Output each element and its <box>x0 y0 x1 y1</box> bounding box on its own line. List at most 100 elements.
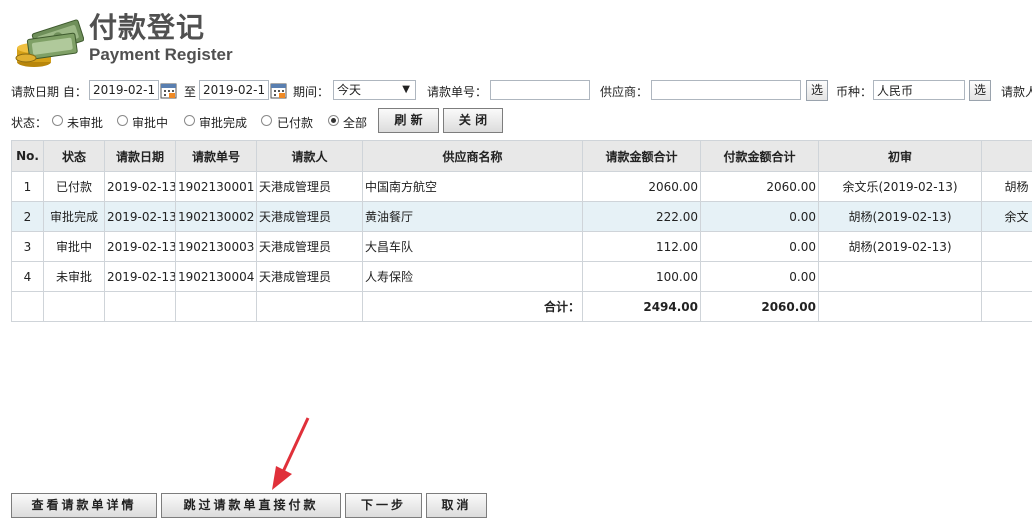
period-label: 期间： <box>293 85 330 99</box>
cell-supplier: 人寿保险 <box>362 261 583 292</box>
date-to-input[interactable] <box>199 80 269 100</box>
column-header[interactable]: 请款日期 <box>104 140 176 172</box>
table-row[interactable]: 2 审批完成 2019-02-13 1902130002 天港成管理员 黄油餐厅… <box>11 201 1032 232</box>
cell-status: 未审批 <box>43 261 105 292</box>
cell-date: 2019-02-13 <box>104 231 176 262</box>
column-header[interactable]: No. <box>11 140 44 172</box>
cell-date: 2019-02-13 <box>104 201 176 232</box>
currency-input[interactable] <box>873 80 965 100</box>
status-option-label: 已付款 <box>277 116 314 130</box>
refresh-button[interactable]: 刷 新 <box>378 108 439 133</box>
skip-request-direct-pay-button[interactable]: 跳过请款单直接付款 <box>161 493 341 518</box>
cell-paid-amount: 0.00 <box>700 201 819 232</box>
table-row[interactable]: 4 未审批 2019-02-13 1902130004 天港成管理员 人寿保险 … <box>11 261 1032 292</box>
cell-request-amount: 100.00 <box>582 261 701 292</box>
table-row[interactable]: 3 审批中 2019-02-13 1902130003 天港成管理员 大昌车队 … <box>11 231 1032 262</box>
cell-request-no: 1902130003 <box>175 231 257 262</box>
cell-request-no: 1902130001 <box>175 171 257 202</box>
cell-paid-amount: 2060.00 <box>700 171 819 202</box>
cell-no: 3 <box>11 231 44 262</box>
cancel-button[interactable]: 取消 <box>426 493 487 518</box>
cell-date: 2019-02-13 <box>104 261 176 292</box>
cell-no: 2 <box>11 201 44 232</box>
page-subtitle: Payment Register <box>89 45 233 64</box>
status-option-label: 未审批 <box>67 116 104 130</box>
supplier-select-button[interactable]: 选 <box>806 80 828 101</box>
column-header[interactable]: 请款单号 <box>175 140 257 172</box>
cell-no: 4 <box>11 261 44 292</box>
cell-date: 2019-02-13 <box>104 171 176 202</box>
requester-label: 请款人 <box>1001 85 1032 99</box>
request-no-input[interactable] <box>490 80 590 100</box>
dropdown-arrow-icon: ▼ <box>402 84 410 95</box>
cell-second-review <box>981 231 1032 262</box>
total-request-amount: 2494.00 <box>582 291 701 322</box>
status-option-label: 审批中 <box>132 116 169 130</box>
period-select[interactable]: 今天 ▼ <box>333 80 416 100</box>
cell-supplier: 中国南方航空 <box>362 171 583 202</box>
status-label: 状态： <box>11 116 48 130</box>
cell-requester: 天港成管理员 <box>256 261 363 292</box>
total-paid-amount: 2060.00 <box>700 291 819 322</box>
column-header[interactable]: 请款人 <box>256 140 363 172</box>
status-radio-reviewing[interactable] <box>117 115 128 126</box>
column-header[interactable] <box>981 140 1032 172</box>
column-header[interactable]: 初审 <box>818 140 982 172</box>
status-radio-pending[interactable] <box>52 115 63 126</box>
cell-status: 审批中 <box>43 231 105 262</box>
calendar-icon[interactable] <box>270 82 287 99</box>
close-button[interactable]: 关 闭 <box>443 108 503 133</box>
cell-requester: 天港成管理员 <box>256 171 363 202</box>
cell-status: 审批完成 <box>43 201 105 232</box>
currency-label: 币种： <box>836 85 873 99</box>
money-stack-icon <box>15 19 84 67</box>
cell-supplier: 黄油餐厅 <box>362 201 583 232</box>
cell-first-review: 胡杨(2019-02-13) <box>818 201 982 232</box>
status-radio-paid[interactable] <box>261 115 272 126</box>
table-header-row: No. 状态 请款日期 请款单号 请款人 供应商名称 请款金额合计 付款金额合计… <box>11 140 1032 172</box>
cell-no: 1 <box>11 171 44 202</box>
cell-request-amount: 112.00 <box>582 231 701 262</box>
column-header[interactable]: 付款金额合计 <box>700 140 819 172</box>
cell-status: 已付款 <box>43 171 105 202</box>
cell-request-amount: 2060.00 <box>582 171 701 202</box>
date-to-label: 至 <box>184 85 197 99</box>
cell-paid-amount: 0.00 <box>700 231 819 262</box>
column-header[interactable]: 请款金额合计 <box>582 140 701 172</box>
cell-first-review <box>818 261 982 292</box>
total-row: 合计： 2494.00 2060.00 <box>11 291 1032 322</box>
table-row[interactable]: 1 已付款 2019-02-13 1902130001 天港成管理员 中国南方航… <box>11 171 1032 202</box>
cell-first-review: 余文乐(2019-02-13) <box>818 171 982 202</box>
annotation-arrow-icon <box>272 417 310 490</box>
payment-table: No. 状态 请款日期 请款单号 请款人 供应商名称 请款金额合计 付款金额合计… <box>11 140 1032 322</box>
status-option-label: 审批完成 <box>199 116 248 130</box>
cell-first-review: 胡杨(2019-02-13) <box>818 231 982 262</box>
next-step-button[interactable]: 下一步 <box>345 493 422 518</box>
column-header[interactable]: 状态 <box>43 140 105 172</box>
status-radio-approved[interactable] <box>184 115 195 126</box>
cell-second-review: 胡杨 <box>981 171 1032 202</box>
view-request-detail-button[interactable]: 查看请款单详情 <box>11 493 157 518</box>
cell-requester: 天港成管理员 <box>256 231 363 262</box>
currency-select-button[interactable]: 选 <box>969 80 991 101</box>
request-no-label: 请款单号： <box>427 85 488 99</box>
calendar-icon[interactable] <box>160 82 177 99</box>
cell-supplier: 大昌车队 <box>362 231 583 262</box>
cell-request-amount: 222.00 <box>582 201 701 232</box>
cell-request-no: 1902130002 <box>175 201 257 232</box>
column-header[interactable]: 供应商名称 <box>362 140 583 172</box>
supplier-input[interactable] <box>651 80 801 100</box>
cell-requester: 天港成管理员 <box>256 201 363 232</box>
supplier-label: 供应商： <box>600 85 649 99</box>
period-select-value: 今天 <box>337 83 362 97</box>
page-title: 付款登记 <box>89 11 206 44</box>
status-radio-all[interactable] <box>328 115 339 126</box>
cell-request-no: 1902130004 <box>175 261 257 292</box>
status-option-label: 全部 <box>343 116 368 130</box>
cell-second-review <box>981 261 1032 292</box>
date-from-input[interactable] <box>89 80 159 100</box>
cell-second-review: 余文 <box>981 201 1032 232</box>
total-label: 合计： <box>362 291 583 322</box>
date-range-label: 请款日期 自： <box>11 85 87 99</box>
cell-paid-amount: 0.00 <box>700 261 819 292</box>
